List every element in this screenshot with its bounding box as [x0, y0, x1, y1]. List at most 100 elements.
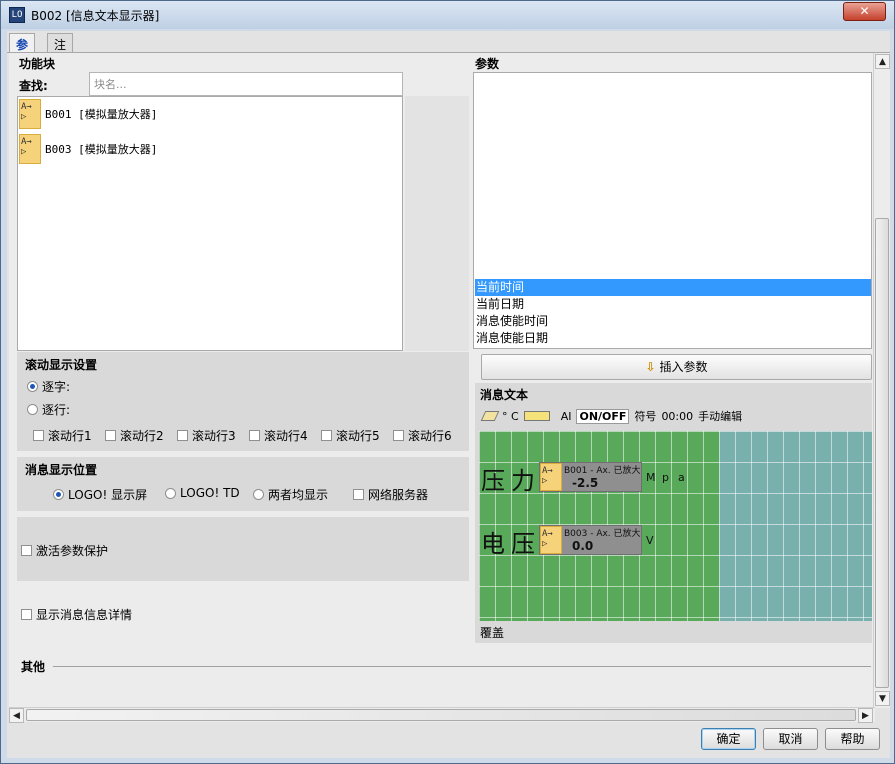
- onoff-button[interactable]: ON/OFF: [576, 408, 630, 424]
- checkbox-label: 滚动行6: [408, 429, 452, 443]
- checkbox-scroll-line-2[interactable]: 滚动行2: [105, 427, 164, 444]
- horizontal-scroll-thumb[interactable]: [26, 709, 856, 721]
- list-item[interactable]: 当前时间: [475, 279, 871, 296]
- amplifier-block-icon: A→ ▷: [19, 99, 41, 129]
- message-char[interactable]: V: [646, 534, 654, 547]
- manual-edit-button[interactable]: 手动编辑: [698, 408, 742, 424]
- message-char[interactable]: 力: [511, 461, 535, 496]
- parameters-title: 参数: [475, 57, 500, 71]
- radio-icon: [27, 404, 38, 415]
- overwrite-label: 覆盖: [480, 626, 505, 640]
- other-divider: [53, 666, 871, 667]
- checkbox-label: 滚动行3: [192, 429, 236, 443]
- eraser-icon[interactable]: [480, 411, 500, 421]
- horizontal-scrollbar[interactable]: ◀ ▶: [9, 707, 875, 723]
- list-item[interactable]: A→ ▷ B001 [模拟量放大器]: [19, 99, 157, 129]
- radio-label: 两者均显示: [268, 488, 329, 502]
- radio-char-by-char[interactable]: 逐字:: [27, 378, 70, 395]
- radio-icon: [165, 487, 176, 499]
- title-bar[interactable]: LO B002 [信息文本显示器] ✕: [1, 1, 894, 29]
- tab-content: 功能块 查找: 块名... A→ ▷ B001 [模拟量放大器] A→ ▷ B0…: [9, 53, 875, 708]
- parameters-list: 当前时间 当前日期 消息使能时间 消息使能日期: [473, 72, 872, 349]
- block-label: B001 [模拟量放大器]: [45, 108, 158, 121]
- checkbox-icon: [177, 430, 188, 441]
- parameter-name: B001 - Ax.: [564, 466, 611, 476]
- checkbox-icon: [21, 545, 32, 556]
- checkbox-scroll-line-3[interactable]: 滚动行3: [177, 427, 236, 444]
- close-button[interactable]: ✕: [843, 2, 886, 21]
- radio-label: LOGO! 显示屏: [68, 488, 148, 502]
- vertical-scroll-thumb[interactable]: [875, 218, 889, 688]
- parameter-text: B001 - Ax. 已放大 -2.5: [562, 463, 641, 491]
- checkbox-icon: [33, 430, 44, 441]
- symbol-button[interactable]: 符号: [634, 408, 656, 424]
- insert-parameter-button[interactable]: ⇩ 插入参数: [481, 354, 872, 380]
- checkbox-scroll-line-6[interactable]: 滚动行6: [393, 427, 452, 444]
- checkbox-show-details[interactable]: 显示消息信息详情: [21, 606, 132, 623]
- message-char[interactable]: 压: [511, 524, 535, 559]
- analog-input-button[interactable]: AI: [561, 410, 572, 423]
- degree-celsius-button[interactable]: ° C: [502, 410, 519, 423]
- parameter-block[interactable]: A→ ▷ B003 - Ax. 已放大 0.0: [539, 525, 642, 555]
- insert-parameter-label: 插入参数: [659, 360, 708, 374]
- tab-parameters[interactable]: 参数: [9, 33, 36, 69]
- message-char[interactable]: p: [662, 471, 669, 484]
- checkbox-label: 滚动行1: [48, 429, 92, 443]
- parameter-header: B001 - Ax. 已放大: [564, 463, 641, 476]
- checkbox-scroll-line-4[interactable]: 滚动行4: [249, 427, 308, 444]
- radio-both[interactable]: 两者均显示: [253, 486, 328, 503]
- radio-label: 逐行:: [42, 403, 71, 417]
- parameter-header: B003 - Ax. 已放大: [564, 526, 641, 539]
- checkbox-web-server[interactable]: 网络服务器: [353, 486, 428, 503]
- checkbox-activate-protection[interactable]: 激活参数保护: [21, 542, 108, 559]
- radio-logo-display[interactable]: LOGO! 显示屏: [53, 486, 147, 503]
- block-search-input[interactable]: 块名...: [89, 72, 403, 96]
- list-item[interactable]: 消息使能时间: [475, 313, 871, 330]
- arrow-down-icon: ⇩: [645, 360, 656, 374]
- checkbox-icon: [353, 489, 364, 500]
- time-button[interactable]: 00:00: [661, 410, 693, 423]
- scroll-right-icon[interactable]: ▶: [858, 708, 873, 723]
- checkbox-scroll-line-1[interactable]: 滚动行1: [33, 427, 92, 444]
- message-grid[interactable]: 压 力 A→ ▷ B001 - Ax. 已放大 -2.5 M p a 电 压 A…: [479, 431, 872, 621]
- protection-panel: 激活参数保护: [17, 517, 469, 581]
- list-item[interactable]: 当前日期: [475, 296, 871, 313]
- message-char[interactable]: 压: [481, 461, 505, 496]
- scroll-settings-panel: 滚动显示设置 逐字: 逐行: 滚动行1 滚动行2 滚动行3 滚动行4 滚动行5 …: [17, 352, 469, 451]
- ok-button[interactable]: 确定: [701, 728, 756, 750]
- amplifier-block-icon: A→ ▷: [19, 134, 41, 164]
- scroll-grid-area: [719, 431, 872, 621]
- checkbox-icon: [105, 430, 116, 441]
- checkbox-label: 滚动行5: [336, 429, 380, 443]
- function-block-title: 功能块: [19, 57, 56, 71]
- vertical-scrollbar[interactable]: ▲ ▼: [873, 53, 890, 708]
- bar-graph-icon[interactable]: [523, 411, 550, 421]
- other-title: 其他: [21, 660, 46, 674]
- scroll-down-icon[interactable]: ▼: [875, 691, 890, 706]
- parameter-value: -2.5: [572, 476, 599, 490]
- radio-label: 逐字:: [42, 380, 71, 394]
- checkbox-label: 滚动行4: [264, 429, 308, 443]
- message-text-panel: 消息文本 ° C AI ON/OFF 符号 00:00 手动编辑 压 力 A→ …: [475, 383, 872, 643]
- parameter-block[interactable]: A→ ▷ B001 - Ax. 已放大 -2.5: [539, 462, 642, 492]
- help-button[interactable]: 帮助: [825, 728, 880, 750]
- list-item[interactable]: 消息使能日期: [475, 330, 871, 347]
- radio-logo-td[interactable]: LOGO! TD: [165, 486, 240, 500]
- cancel-button[interactable]: 取消: [763, 728, 818, 750]
- message-char[interactable]: 电: [481, 524, 505, 559]
- message-char[interactable]: M: [646, 471, 656, 484]
- message-toolbar: ° C AI ON/OFF 符号 00:00 手动编辑: [480, 408, 742, 424]
- scroll-settings-title: 滚动显示设置: [25, 358, 98, 372]
- radio-label: LOGO! TD: [180, 486, 240, 500]
- checkbox-label: 激活参数保护: [36, 544, 109, 558]
- checkbox-scroll-line-5[interactable]: 滚动行5: [321, 427, 380, 444]
- scroll-left-icon[interactable]: ◀: [9, 708, 24, 723]
- scroll-up-icon[interactable]: ▲: [875, 54, 890, 69]
- message-char[interactable]: a: [678, 471, 685, 484]
- radio-line-by-line[interactable]: 逐行:: [27, 401, 70, 418]
- checkbox-icon: [393, 430, 404, 441]
- window-title: B002 [信息文本显示器]: [31, 9, 160, 23]
- tab-comment[interactable]: 注释: [47, 33, 74, 69]
- function-block-list: A→ ▷ B001 [模拟量放大器] A→ ▷ B003 [模拟量放大器]: [17, 96, 403, 351]
- list-item[interactable]: A→ ▷ B003 [模拟量放大器]: [19, 134, 157, 164]
